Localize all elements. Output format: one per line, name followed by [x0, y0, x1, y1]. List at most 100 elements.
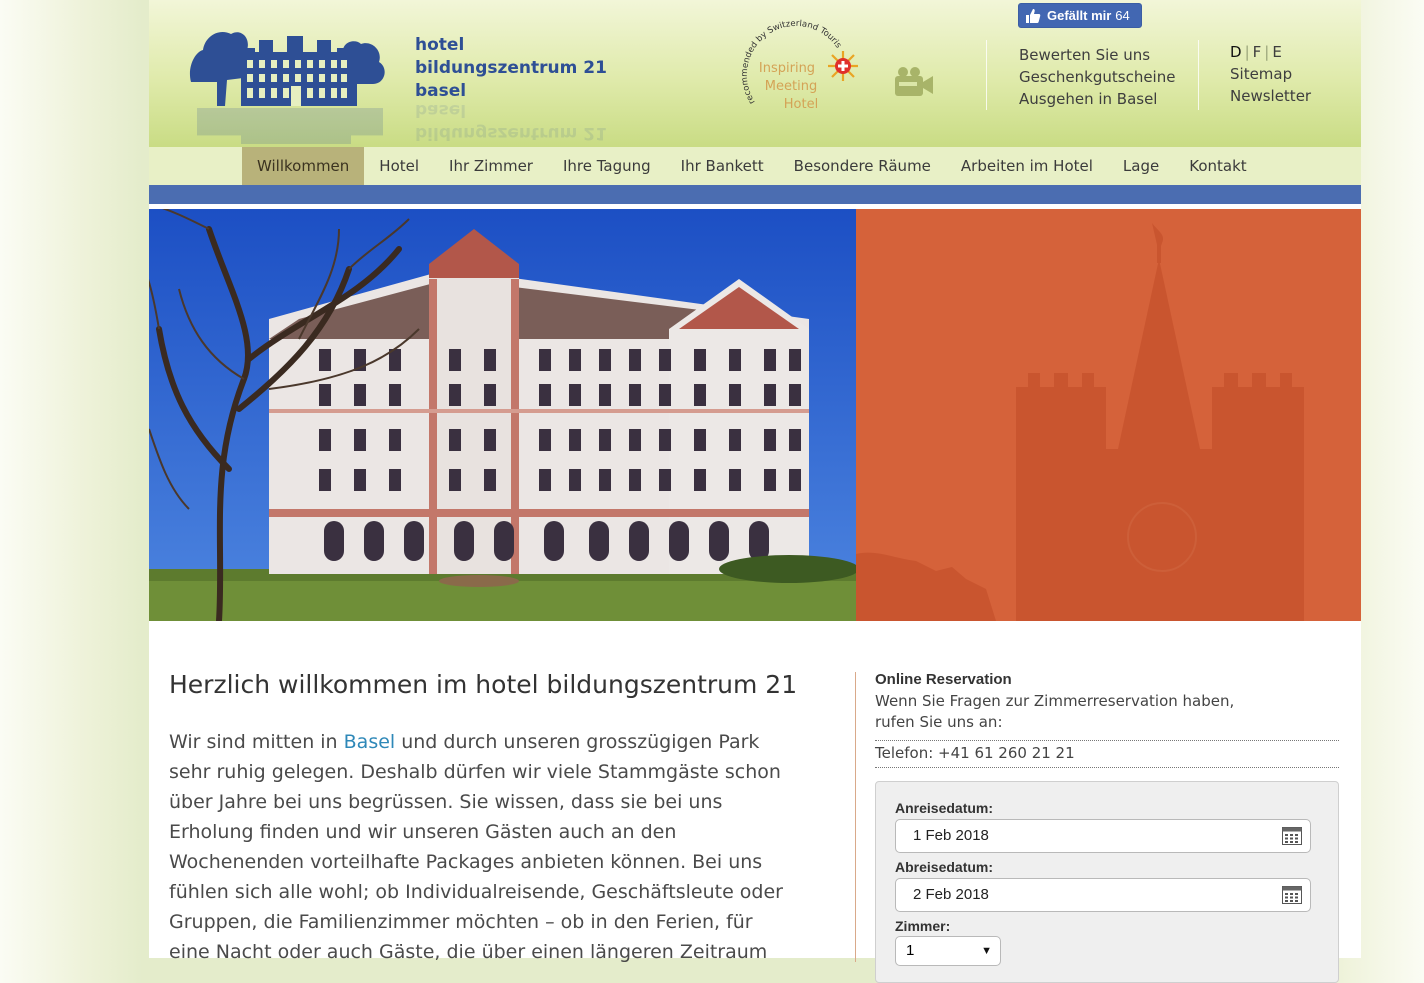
photo-window	[569, 429, 581, 451]
reservation-phone[interactable]: Telefon: +41 61 260 21 21	[875, 744, 1075, 762]
departure-label: Abreisedatum:	[895, 859, 994, 875]
photo-window	[539, 384, 551, 406]
logo-text-reflection: bildungszentrum 21 basel	[415, 104, 635, 144]
photo-window	[484, 349, 496, 371]
photo-arch-window	[629, 521, 649, 561]
link-ausgehen[interactable]: Ausgehen in Basel	[1019, 88, 1175, 110]
photo-window	[694, 429, 706, 451]
link-bewerten[interactable]: Bewerten Sie uns	[1019, 44, 1175, 66]
logo-line-2: bildungszentrum 21	[415, 58, 607, 78]
photo-window	[319, 349, 331, 371]
departure-date-value: 2 Feb 2018	[913, 886, 989, 903]
nav-ihr-zimmer[interactable]: Ihr Zimmer	[434, 147, 548, 185]
photo-arch-window	[749, 521, 769, 561]
lang-separator: |	[1264, 43, 1270, 61]
photo-window	[659, 349, 671, 371]
link-sitemap[interactable]: Sitemap	[1230, 63, 1311, 85]
nav-kontakt[interactable]: Kontakt	[1174, 147, 1261, 185]
photo-window	[729, 429, 741, 451]
basel-link[interactable]: Basel	[344, 731, 396, 753]
photo-window	[354, 469, 366, 491]
inspiring-meeting-badge[interactable]: recommended by Switzerland Tourism Inspi…	[733, 10, 863, 116]
photo-window	[449, 349, 461, 371]
link-newsletter[interactable]: Newsletter	[1230, 85, 1311, 107]
photo-window	[484, 429, 496, 451]
badge-line-3: Hotel	[784, 97, 818, 112]
badge-line-1: Inspiring	[759, 61, 815, 76]
lang-f[interactable]: F	[1253, 43, 1262, 61]
lang-d[interactable]: D	[1230, 43, 1242, 61]
photo-window	[389, 429, 401, 451]
nav-accent-bar	[149, 185, 1361, 204]
intro-line: eine Nacht oder auch Gäste, die über ein…	[169, 941, 768, 963]
photo-window	[659, 429, 671, 451]
nav-hotel[interactable]: Hotel	[364, 147, 434, 185]
intro-post: und durch unseren grosszügigen Park	[395, 731, 760, 753]
nav-ihr-bankett[interactable]: Ihr Bankett	[666, 147, 779, 185]
language-switcher: D | F | E	[1230, 41, 1311, 63]
intro-line-1: Wir sind mitten in Basel und durch unser…	[169, 727, 839, 757]
photo-window	[599, 429, 611, 451]
dotted-divider	[875, 740, 1339, 741]
photo-window	[789, 384, 801, 406]
photo-window	[449, 429, 461, 451]
header-secondary-links: D | F | E Sitemap Newsletter	[1230, 41, 1311, 107]
intro-line: über Jahre bei uns begrüssen. Sie wissen…	[169, 791, 723, 813]
nav-ihre-tagung[interactable]: Ihre Tagung	[548, 147, 666, 185]
link-geschenkgutscheine[interactable]: Geschenkgutscheine	[1019, 66, 1175, 88]
photo-window	[319, 469, 331, 491]
photo-window	[599, 349, 611, 371]
photo-window	[539, 349, 551, 371]
arrival-label: Anreisedatum:	[895, 800, 994, 816]
calendar-icon[interactable]	[1282, 827, 1302, 845]
page-title: Herzlich willkommen im hotel bildungszen…	[169, 670, 798, 699]
reservation-text-line: rufen Sie uns an:	[875, 713, 1003, 731]
arrival-date-input[interactable]: 1 Feb 2018	[895, 819, 1311, 853]
rooms-label: Zimmer:	[895, 918, 951, 934]
nav-besondere-raeume[interactable]: Besondere Räume	[779, 147, 946, 185]
intro-line: sehr ruhig gelegen. Deshalb dürfen wir v…	[169, 761, 781, 783]
building-logo-icon[interactable]	[187, 22, 389, 106]
photo-arch-window	[544, 521, 564, 561]
photo-window	[449, 384, 461, 406]
photo-window	[539, 469, 551, 491]
logo-reflection	[197, 108, 383, 144]
photo-window	[694, 469, 706, 491]
nav-willkommen[interactable]: Willkommen	[242, 147, 365, 185]
photo-arch-window	[454, 521, 474, 561]
photo-window	[694, 384, 706, 406]
facebook-like-button[interactable]: Gefällt mir 64	[1018, 3, 1142, 28]
dotted-divider	[875, 767, 1339, 768]
rooms-select-value: 1	[906, 942, 915, 959]
photo-window	[659, 384, 671, 406]
photo-window	[629, 384, 641, 406]
photo-arch-window	[709, 521, 729, 561]
column-divider	[855, 672, 856, 962]
facebook-thumb-icon	[1026, 8, 1041, 23]
photo-window	[569, 469, 581, 491]
nav-lage[interactable]: Lage	[1108, 147, 1174, 185]
photo-arch-window	[324, 521, 344, 561]
hero-hotel-photo	[149, 209, 856, 621]
photo-window	[789, 469, 801, 491]
photo-window	[319, 429, 331, 451]
facebook-like-count: 64	[1115, 8, 1130, 23]
departure-date-input[interactable]: 2 Feb 2018	[895, 878, 1311, 912]
photo-window	[484, 384, 496, 406]
site-header: hotel bildungszentrum 21 basel bildungsz…	[149, 0, 1361, 147]
photo-arch-window	[669, 521, 689, 561]
photo-window	[569, 349, 581, 371]
lang-e[interactable]: E	[1272, 43, 1281, 61]
reservation-text: Wenn Sie Fragen zur Zimmerreservation ha…	[875, 691, 1234, 733]
camera-icon[interactable]	[893, 66, 935, 100]
intro-line: fühlen sich alle wohl; ob Individualreis…	[169, 881, 783, 903]
photo-window	[569, 384, 581, 406]
logo-reflect-line-3: basel	[415, 104, 467, 120]
photo-window	[599, 469, 611, 491]
nav-arbeiten-im-hotel[interactable]: Arbeiten im Hotel	[946, 147, 1108, 185]
photo-arch-window	[364, 521, 384, 561]
calendar-icon[interactable]	[1282, 886, 1302, 904]
logo-text[interactable]: hotel bildungszentrum 21 basel	[415, 34, 635, 103]
rooms-select[interactable]: 1 ▼	[895, 936, 1001, 966]
swiss-sun-icon	[828, 51, 858, 81]
